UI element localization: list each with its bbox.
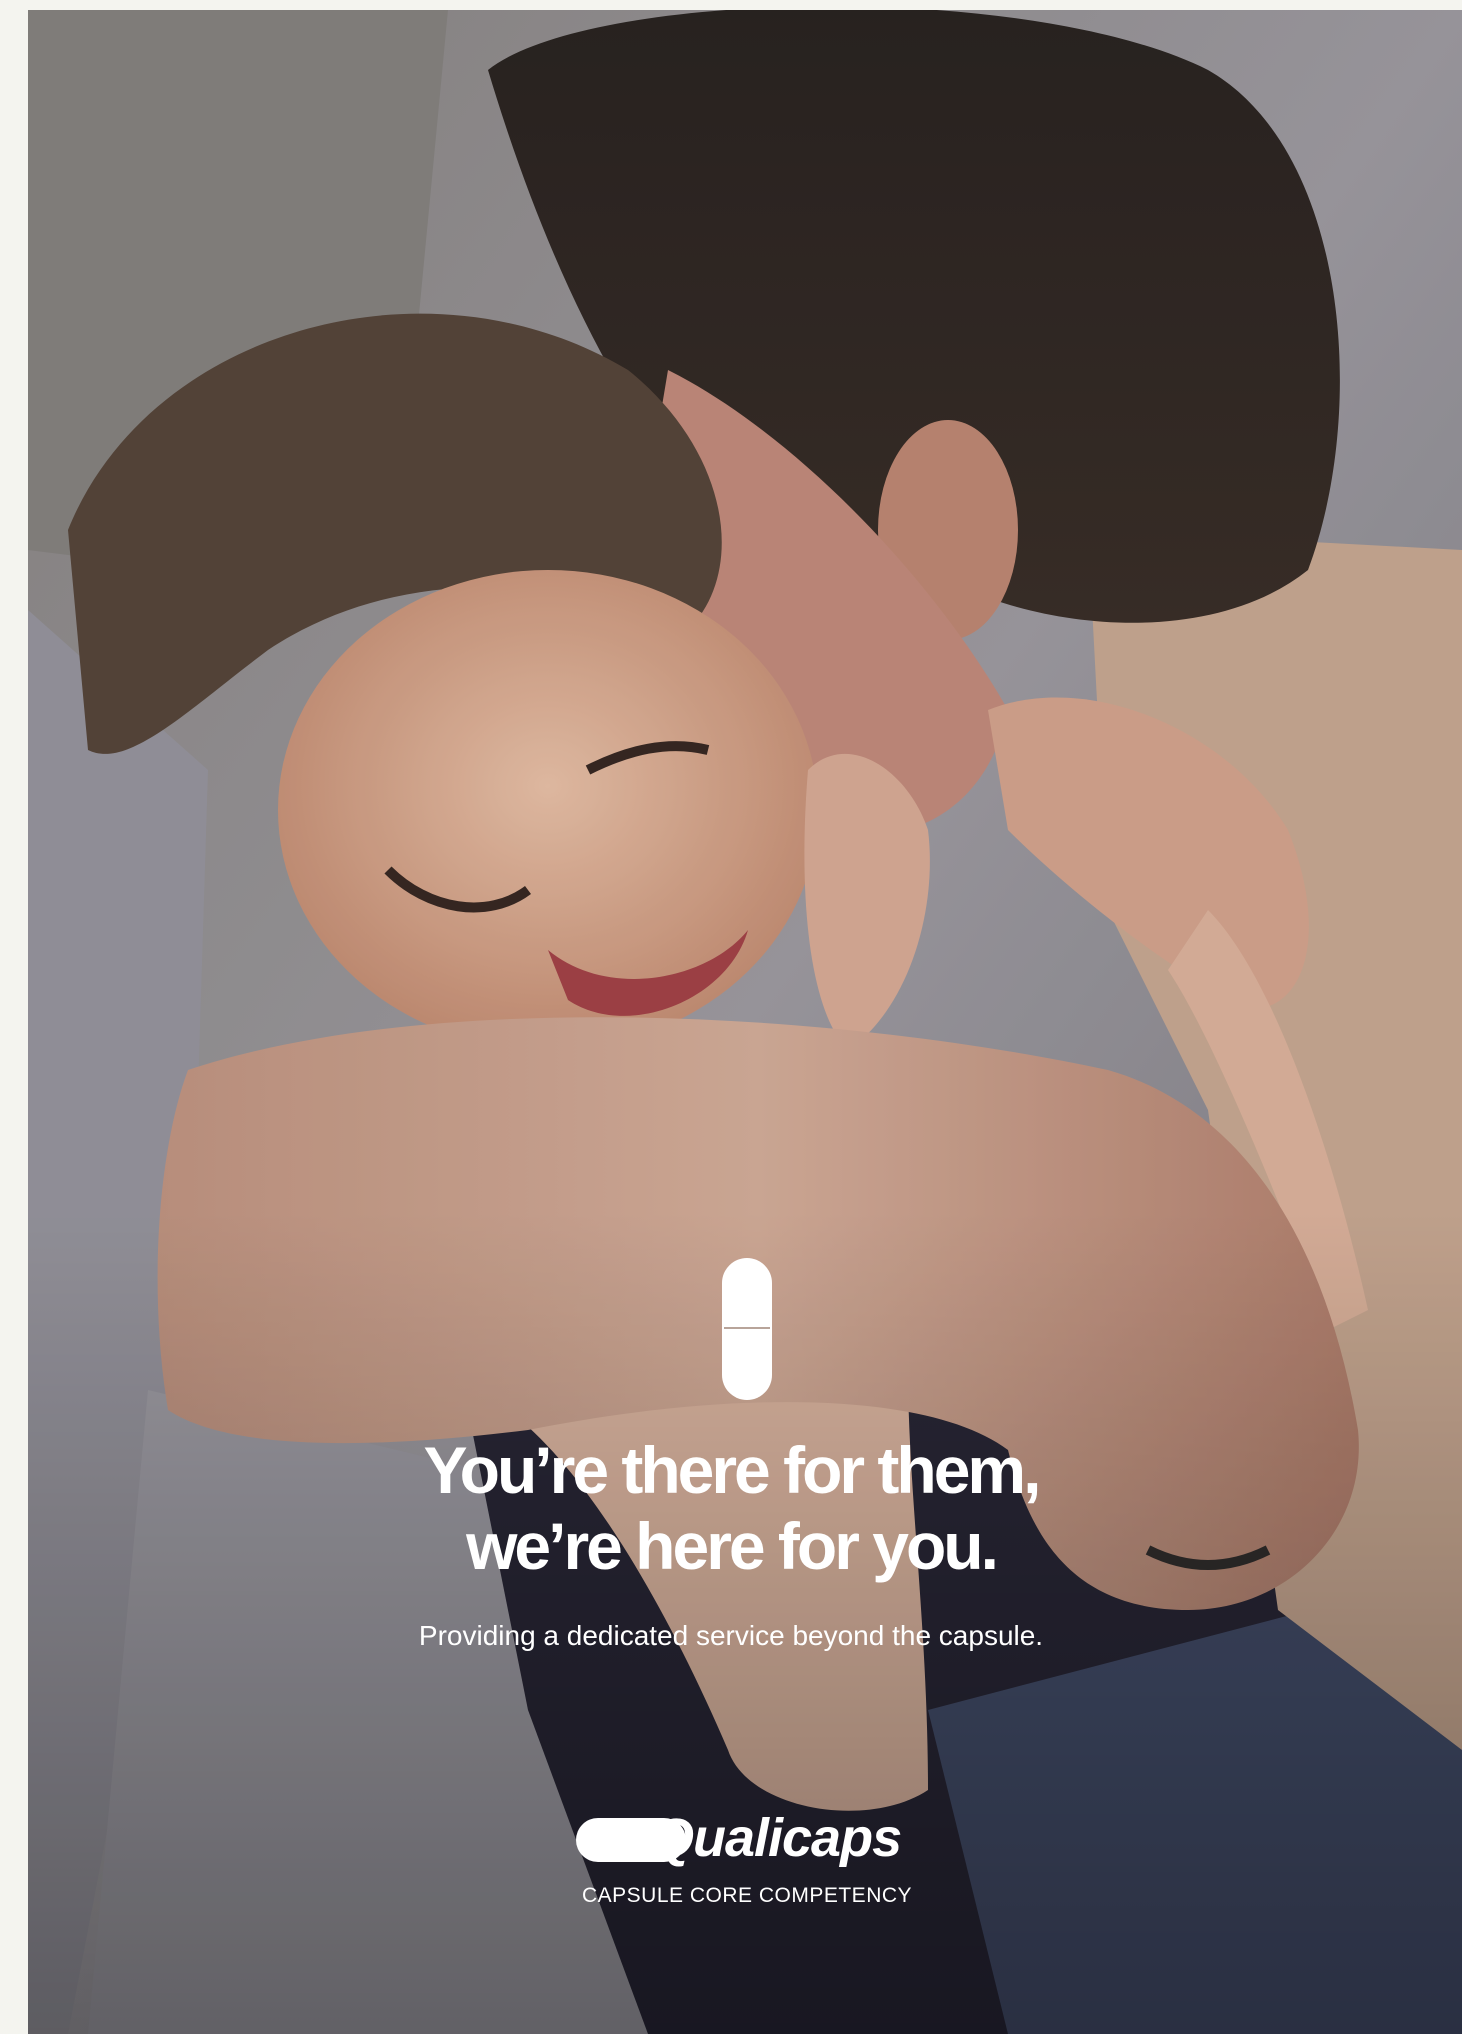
hero-photo <box>28 10 1462 2034</box>
photo-illustration <box>28 10 1462 2034</box>
advertisement-page: You’re there for them, we’re here for yo… <box>0 0 1462 2034</box>
